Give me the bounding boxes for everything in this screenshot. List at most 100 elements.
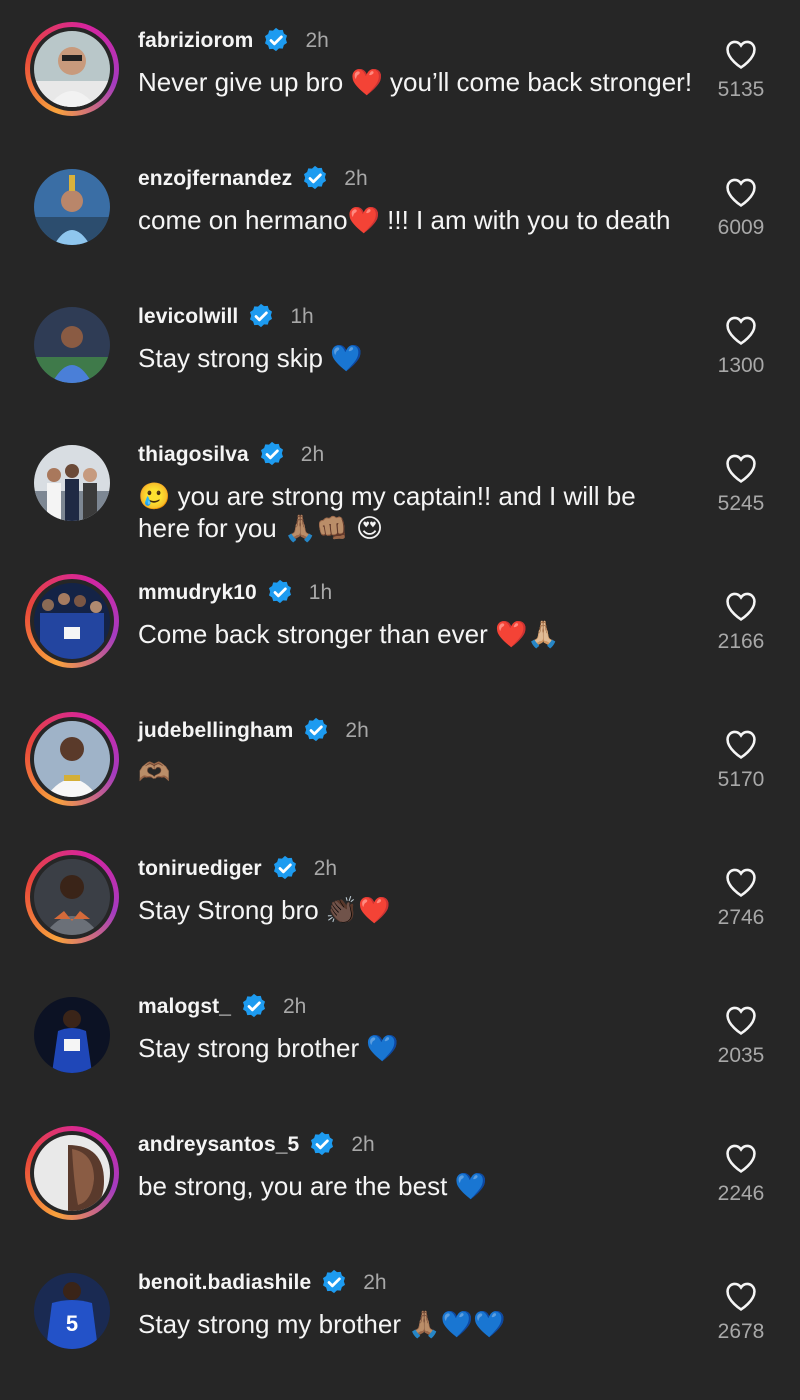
comment-text: Never give up bro ❤️ you’ll come back st… (138, 67, 693, 97)
avatar[interactable] (34, 1135, 110, 1211)
avatar[interactable]: 5 (34, 1273, 110, 1349)
verified-badge-icon (243, 993, 265, 1018)
comment-item: judebellingham 2h 🫶🏽 5170 (0, 690, 800, 828)
username[interactable]: benoit.badiashile (138, 1271, 311, 1295)
avatar[interactable] (34, 31, 110, 107)
comment-text: Stay strong brother 💙 (138, 1033, 399, 1063)
comment-item: andreysantos_5 2h be strong, you are the… (0, 1104, 800, 1242)
heart-icon[interactable] (724, 452, 758, 484)
story-ring[interactable] (25, 22, 119, 116)
comment-item: toniruediger 2h Stay Strong bro 👏🏿❤️ 274… (0, 828, 800, 966)
verified-badge-icon (268, 579, 291, 604)
comment-text: Stay strong skip 💙 (138, 343, 363, 373)
like-button[interactable]: 6009 (700, 176, 782, 240)
comment-text: 🫶🏽 (138, 757, 171, 787)
comment-item: mmudryk10 1h Come back stronger than eve… (0, 552, 800, 690)
heart-icon[interactable] (724, 1280, 758, 1312)
heart-icon[interactable] (724, 1004, 758, 1036)
comment-time: 2h (313, 857, 338, 880)
comment-time: 1h (290, 305, 314, 328)
comment-text: be strong, you are the best 💙 (138, 1171, 487, 1201)
username[interactable]: fabriziorom (138, 29, 253, 53)
verified-badge-icon (311, 1131, 334, 1156)
like-button[interactable]: 5245 (700, 452, 782, 516)
avatar[interactable] (34, 583, 110, 659)
comment-item: 5 benoit.badiashile 2h Stay strong my br… (0, 1242, 800, 1380)
avatar[interactable] (34, 997, 110, 1073)
story-ring[interactable] (25, 1126, 119, 1220)
like-count: 1300 (717, 354, 765, 377)
comment-time: 2h (300, 443, 325, 466)
heart-icon[interactable] (724, 866, 758, 898)
like-count: 2678 (717, 1320, 765, 1343)
comment-text: Come back stronger than ever ❤️🙏🏼 (138, 619, 560, 649)
like-button[interactable]: 2035 (700, 1004, 782, 1068)
comment-time: 2h (305, 29, 329, 52)
like-count: 5170 (717, 768, 765, 791)
heart-icon[interactable] (724, 728, 758, 760)
avatar-frame[interactable] (25, 988, 119, 1082)
like-count: 2166 (717, 630, 765, 653)
like-button[interactable]: 5135 (700, 38, 782, 102)
comment-text: Stay strong my brother 🙏🏽💙💙 (138, 1309, 506, 1339)
comment-time: 2h (283, 995, 307, 1018)
comment-item: levicolwill 1h Stay strong skip 💙 1300 (0, 276, 800, 414)
like-button[interactable]: 2166 (700, 590, 782, 654)
avatar-frame[interactable] (25, 436, 119, 530)
heart-icon[interactable] (724, 176, 758, 208)
avatar[interactable] (34, 307, 110, 383)
avatar[interactable] (34, 859, 110, 935)
avatar[interactable] (34, 445, 110, 521)
avatar[interactable] (34, 169, 110, 245)
username[interactable]: enzojfernandez (138, 167, 292, 191)
like-count: 5245 (717, 492, 765, 515)
comment-text: Stay Strong bro 👏🏿❤️ (138, 895, 391, 925)
username[interactable]: malogst_ (138, 995, 231, 1019)
avatar-frame[interactable] (25, 160, 119, 254)
like-count: 2746 (717, 906, 765, 929)
like-count: 5135 (717, 78, 765, 101)
username[interactable]: andreysantos_5 (138, 1133, 299, 1157)
heart-icon[interactable] (724, 1142, 758, 1174)
username[interactable]: toniruediger (138, 857, 262, 881)
verified-badge-icon (304, 165, 327, 190)
avatar-frame[interactable]: 5 (25, 1264, 119, 1358)
story-ring[interactable] (25, 850, 119, 944)
comment-time: 2h (344, 167, 368, 190)
comment-item: malogst_ 2h Stay strong brother 💙 2035 (0, 966, 800, 1104)
like-count: 2246 (717, 1182, 765, 1205)
comment-text: come on hermano❤️ !!! I am with you to d… (138, 205, 671, 235)
comment-time: 2h (351, 1133, 375, 1156)
like-button[interactable]: 2746 (700, 866, 782, 930)
username[interactable]: judebellingham (138, 719, 293, 743)
like-button[interactable]: 1300 (700, 314, 782, 378)
comment-item: enzojfernandez 2h come on hermano❤️ !!! … (0, 138, 800, 276)
verified-badge-icon (260, 441, 283, 466)
story-ring[interactable] (25, 712, 119, 806)
comment-text: 🥲 you are strong my captain!! and I will… (138, 481, 636, 543)
username[interactable]: levicolwill (138, 305, 238, 329)
verified-badge-icon (265, 27, 288, 52)
like-count: 6009 (717, 216, 765, 239)
heart-icon[interactable] (724, 590, 758, 622)
comment-time: 2h (363, 1271, 387, 1294)
like-button[interactable]: 5170 (700, 728, 782, 792)
avatar[interactable] (34, 721, 110, 797)
verified-badge-icon (250, 303, 273, 328)
verified-badge-icon (305, 717, 328, 742)
heart-icon[interactable] (724, 314, 758, 346)
avatar-frame[interactable] (25, 298, 119, 392)
username[interactable]: thiagosilva (138, 443, 249, 467)
username[interactable]: mmudryk10 (138, 581, 257, 605)
like-button[interactable]: 2678 (700, 1280, 782, 1344)
verified-badge-icon (323, 1269, 346, 1294)
like-count: 2035 (717, 1044, 765, 1067)
comment-item: fabriziorom 2h Never give up bro ❤️ you’… (0, 0, 800, 138)
svg-text:5: 5 (66, 1311, 78, 1336)
comment-time: 1h (308, 581, 333, 604)
comment-item: thiagosilva 2h 🥲 you are strong my capta… (0, 414, 800, 552)
like-button[interactable]: 2246 (700, 1142, 782, 1206)
heart-icon[interactable] (724, 38, 758, 70)
comment-time: 2h (345, 719, 369, 742)
story-ring[interactable] (25, 574, 119, 668)
